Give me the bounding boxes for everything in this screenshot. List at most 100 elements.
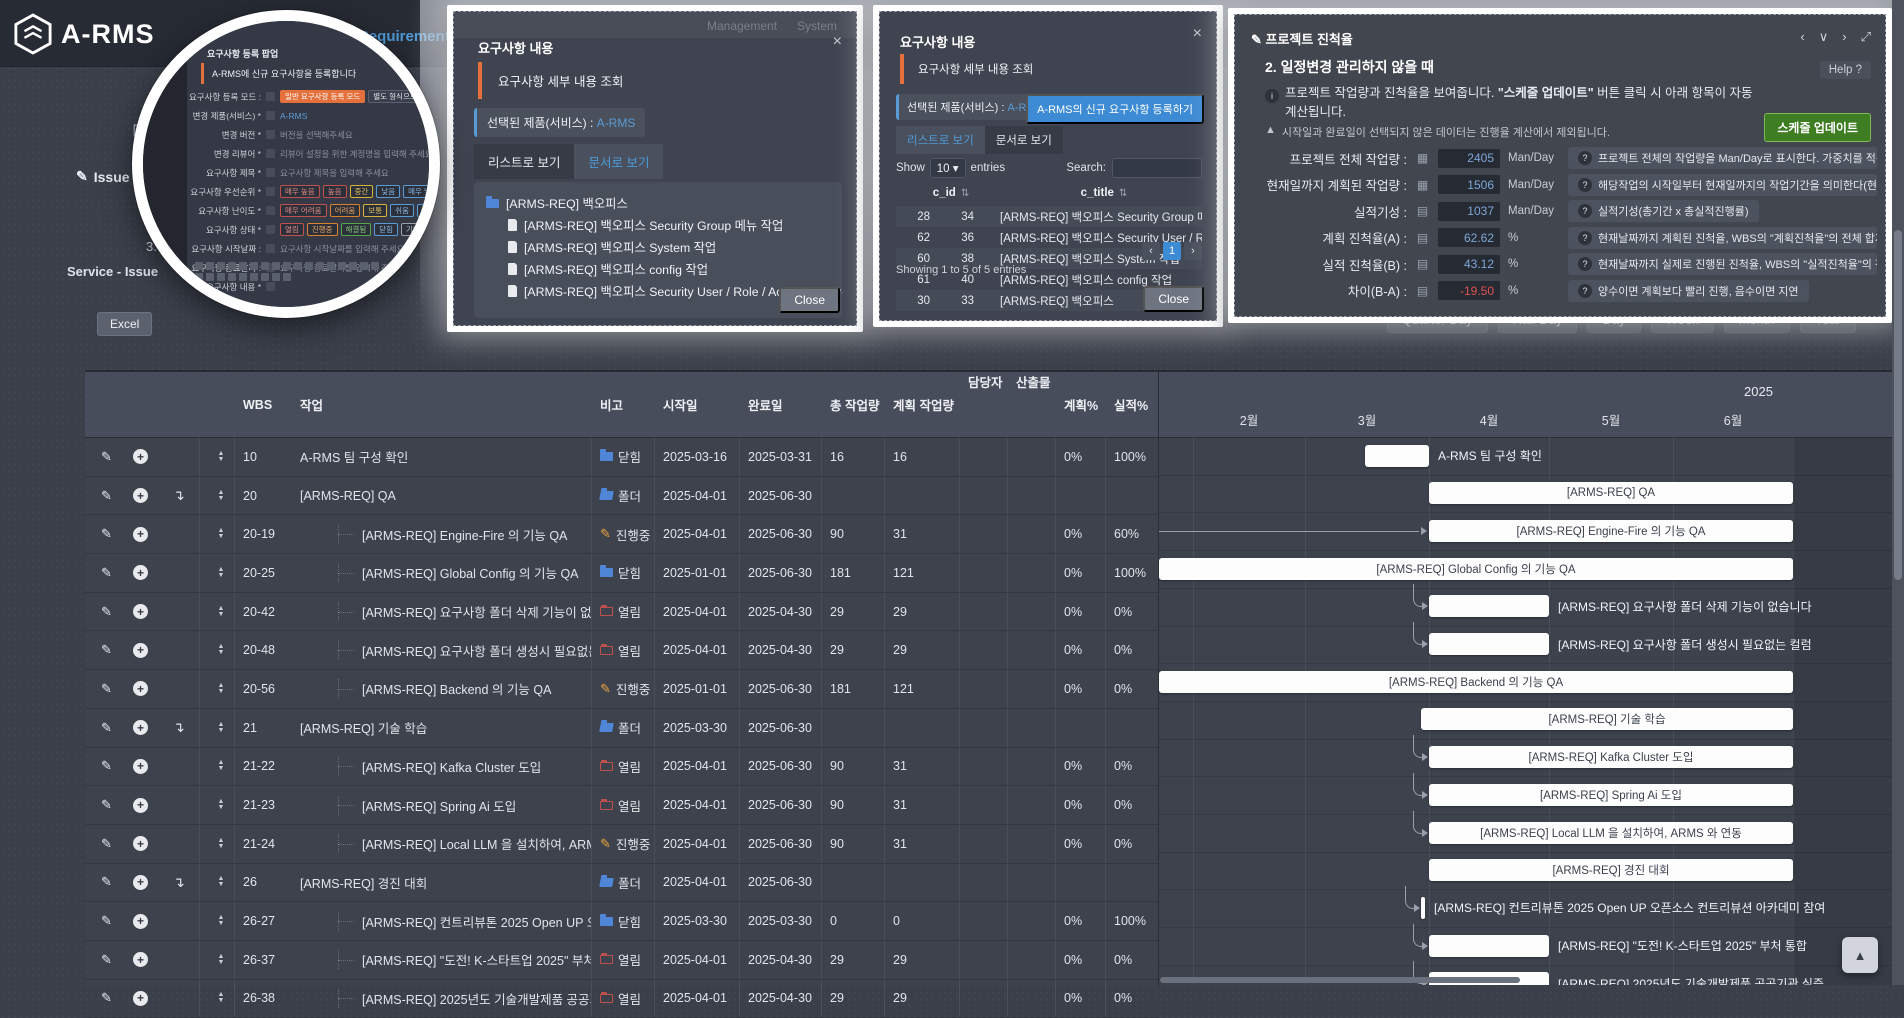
editor-toolbar-button[interactable]: [283, 262, 291, 270]
row-reorder-handle[interactable]: ▲▼: [199, 631, 235, 669]
gantt-bar-26-27[interactable]: [1421, 897, 1425, 919]
row-add-button[interactable]: +: [125, 527, 169, 542]
row-add-button[interactable]: +: [125, 643, 169, 658]
tab-list-view[interactable]: 리스트로 보기: [474, 144, 574, 179]
editor-toolbar-button[interactable]: [371, 262, 379, 270]
option-chip[interactable]: 높음: [323, 185, 347, 198]
option-chip[interactable]: 낮음: [376, 185, 400, 198]
metric-value-input[interactable]: -19.50: [1438, 281, 1500, 300]
editor-toolbar-button[interactable]: [195, 273, 203, 281]
row-reorder-handle[interactable]: ▲▼: [199, 864, 235, 902]
row-add-button[interactable]: +: [125, 759, 169, 774]
cell-task[interactable]: [ARMS-REQ] 컨트리뷰톤 2025 Open UP 오픈…: [292, 912, 591, 931]
tree-doc-row[interactable]: [ARMS-REQ] 백오피스 Security Group 메뉴 작업: [508, 214, 830, 236]
search-input[interactable]: [1112, 158, 1202, 178]
cell-task[interactable]: [ARMS-REQ] Global Config 의 기능 QA: [292, 563, 591, 582]
row-indent-button[interactable]: ↴: [169, 487, 199, 504]
cell-task[interactable]: [ARMS-REQ] Local LLM 을 설치하여, ARMS …: [292, 834, 591, 853]
list-table-row[interactable]: 2834[ARMS-REQ] 백오피스 Security Group 메뉴 작업: [896, 206, 1202, 227]
scroll-to-top-button[interactable]: ▲: [1842, 937, 1878, 973]
gantt-bar-26-37[interactable]: [1429, 935, 1549, 957]
cell-task[interactable]: [ARMS-REQ] 경진 대회: [292, 873, 591, 892]
tab-list-view[interactable]: 리스트로 보기: [896, 126, 985, 154]
editor-toolbar-button[interactable]: [217, 273, 225, 281]
editor-toolbar-button[interactable]: [250, 262, 258, 270]
help-button[interactable]: Help ?: [1820, 61, 1871, 79]
row-reorder-handle[interactable]: ▲▼: [199, 786, 235, 824]
row-add-button[interactable]: +: [125, 991, 169, 1006]
close-icon[interactable]: ×: [833, 34, 842, 50]
page-size-select[interactable]: 10 ▾: [930, 158, 966, 178]
option-chip[interactable]: 별도 형식으로 등록: [368, 90, 437, 103]
editor-toolbar-button[interactable]: [338, 262, 346, 270]
row-edit-button[interactable]: ✎: [85, 913, 125, 929]
editor-toolbar-button[interactable]: [261, 262, 269, 270]
tree-doc-row[interactable]: [ARMS-REQ] 백오피스 System 작업: [508, 236, 830, 258]
col-header-ctitle[interactable]: c_title⇅: [1006, 187, 1202, 199]
option-chip[interactable]: 진행중: [307, 223, 338, 236]
editor-toolbar-button[interactable]: [195, 262, 203, 270]
prev-icon[interactable]: ‹: [1800, 29, 1804, 45]
gantt-bar-20-48[interactable]: [1429, 633, 1549, 655]
row-edit-button[interactable]: ✎: [85, 565, 125, 581]
tab-doc-view[interactable]: 문서로 보기: [574, 144, 663, 179]
row-edit-button[interactable]: ✎: [85, 642, 125, 658]
row-reorder-handle[interactable]: ▲▼: [199, 477, 235, 515]
cell-task[interactable]: [ARMS-REQ] Backend 의 기능 QA: [292, 679, 591, 698]
editor-toolbar-button[interactable]: [272, 273, 280, 281]
register-requirement-button[interactable]: A-RMS의 신규 요구사항 등록하기: [1026, 94, 1204, 124]
row-edit-button[interactable]: ✎: [85, 720, 125, 736]
editor-toolbar-button[interactable]: [250, 273, 258, 281]
tab-doc-view[interactable]: 문서로 보기: [985, 126, 1063, 154]
tab-issue[interactable]: ✎ Issue: [76, 168, 130, 185]
editor-toolbar-button[interactable]: [217, 262, 225, 270]
row-reorder-handle[interactable]: ▲▼: [199, 709, 235, 747]
row-reorder-handle[interactable]: ▲▼: [199, 554, 235, 592]
option-chip[interactable]: 매우 어려움: [280, 204, 327, 217]
metric-value-input[interactable]: 43.12: [1438, 255, 1500, 274]
row-reorder-handle[interactable]: ▲▼: [199, 825, 235, 863]
editor-toolbar-button[interactable]: [239, 262, 247, 270]
row-edit-button[interactable]: ✎: [85, 874, 125, 890]
row-edit-button[interactable]: ✎: [85, 681, 125, 697]
option-chip[interactable]: 매우 낮음: [403, 185, 440, 198]
editor-toolbar-button[interactable]: [305, 262, 313, 270]
editor-toolbar-button[interactable]: [228, 262, 236, 270]
row-indent-button[interactable]: ↴: [169, 874, 199, 891]
row-edit-button[interactable]: ✎: [85, 526, 125, 542]
next-icon[interactable]: ›: [1842, 29, 1846, 45]
row-add-button[interactable]: +: [125, 449, 169, 464]
row-add-button[interactable]: +: [125, 720, 169, 735]
metric-value-input[interactable]: 1506: [1438, 175, 1500, 194]
option-chip[interactable]: 쉬움: [390, 204, 414, 217]
editor-toolbar-button[interactable]: [272, 262, 280, 270]
excel-export-button[interactable]: Excel: [97, 312, 152, 336]
editor-toolbar-button[interactable]: [228, 273, 236, 281]
gantt-bar-20[interactable]: [ARMS-REQ] QA: [1429, 482, 1793, 504]
row-add-button[interactable]: +: [125, 875, 169, 890]
close-button[interactable]: Close: [779, 287, 840, 313]
metric-value-input[interactable]: 62.62: [1438, 228, 1500, 247]
option-chip[interactable]: 일반 요구사항 등록 모드: [280, 90, 365, 103]
row-edit-button[interactable]: ✎: [85, 758, 125, 774]
editor-toolbar-button[interactable]: [206, 262, 214, 270]
row-reorder-handle[interactable]: ▲▼: [199, 748, 235, 786]
row-reorder-handle[interactable]: ▲▼: [199, 902, 235, 940]
gantt-bar-21-22[interactable]: [ARMS-REQ] Kafka Cluster 도입: [1429, 746, 1793, 768]
row-reorder-handle[interactable]: ▲▼: [199, 438, 235, 476]
row-reorder-handle[interactable]: ▲▼: [199, 670, 235, 708]
schedule-update-button[interactable]: 스케줄 업데이트: [1764, 113, 1871, 142]
option-chip[interactable]: 열림: [280, 223, 304, 236]
row-edit-button[interactable]: ✎: [85, 952, 125, 968]
collapse-icon[interactable]: ∨: [1819, 29, 1829, 45]
field-placeholder[interactable]: 요구사항 시작날짜를 입력해 주세요: [280, 243, 404, 255]
option-chip[interactable]: 기타: [401, 223, 425, 236]
cell-task[interactable]: A-RMS 팀 구성 확인: [292, 447, 591, 466]
gantt-bar-20-25[interactable]: [ARMS-REQ] Global Config 의 기능 QA: [1159, 558, 1793, 580]
option-chip[interactable]: 해결됨: [341, 223, 372, 236]
editor-toolbar-button[interactable]: [316, 262, 324, 270]
scrollbar-thumb[interactable]: [1894, 230, 1902, 580]
close-icon[interactable]: ×: [1193, 26, 1202, 42]
editor-toolbar-button[interactable]: [283, 273, 291, 281]
row-add-button[interactable]: +: [125, 681, 169, 696]
